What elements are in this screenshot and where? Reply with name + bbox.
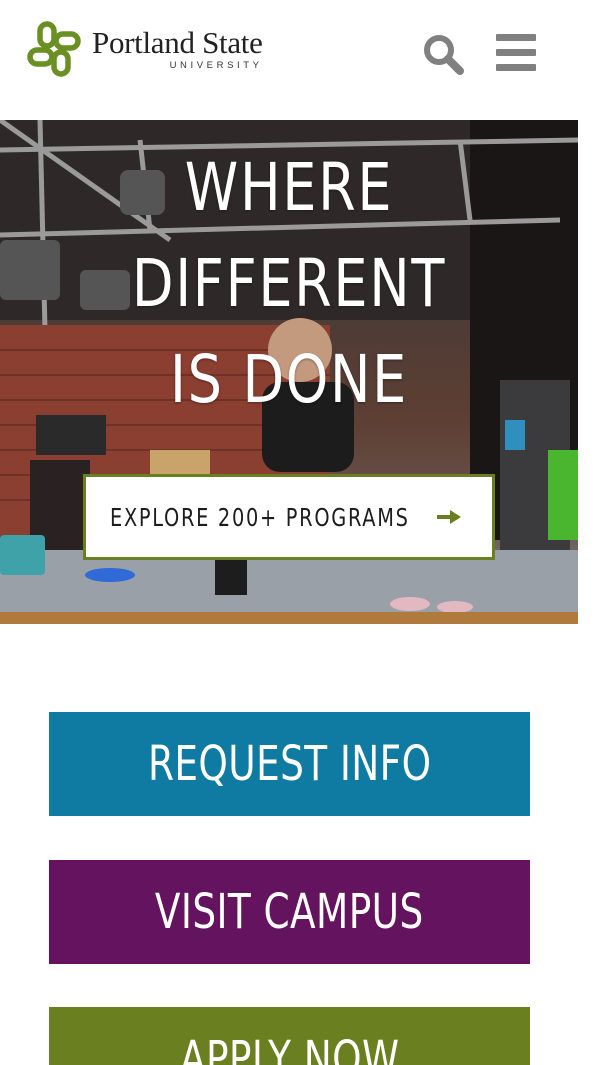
request-info-button[interactable]: REQUEST INFO: [49, 712, 530, 816]
apply-now-button[interactable]: APPLY NOW: [49, 1007, 530, 1065]
psu-logo-mark-icon: [27, 21, 81, 77]
visit-campus-label: VISIT CAMPUS: [155, 884, 424, 940]
logo-name: Portland State: [92, 25, 263, 60]
search-button[interactable]: [420, 30, 468, 78]
arrow-right-icon: [437, 510, 461, 524]
hero-headline-line-2: DIFFERENT: [131, 245, 447, 322]
visit-campus-button[interactable]: VISIT CAMPUS: [49, 860, 530, 964]
logo-subtitle: UNIVERSITY: [169, 60, 263, 71]
apply-now-label: APPLY NOW: [179, 1031, 400, 1065]
menu-button[interactable]: [492, 30, 540, 76]
site-header: Portland State UNIVERSITY: [0, 0, 600, 112]
hamburger-menu-icon: [496, 34, 536, 71]
psu-logo[interactable]: Portland State UNIVERSITY: [26, 20, 263, 78]
search-icon: [424, 35, 464, 75]
explore-programs-button[interactable]: EXPLORE 200+ PROGRAMS: [83, 474, 495, 560]
hero-headline: WHERE DIFFERENT IS DONE: [52, 140, 526, 428]
hero-banner: WHERE DIFFERENT IS DONE EXPLORE 200+ PRO…: [0, 120, 578, 624]
explore-programs-label: EXPLORE 200+ PROGRAMS: [110, 502, 410, 532]
request-info-label: REQUEST INFO: [147, 736, 432, 792]
hero-headline-line-1: WHERE: [184, 149, 394, 226]
hero-headline-line-3: IS DONE: [170, 341, 408, 418]
